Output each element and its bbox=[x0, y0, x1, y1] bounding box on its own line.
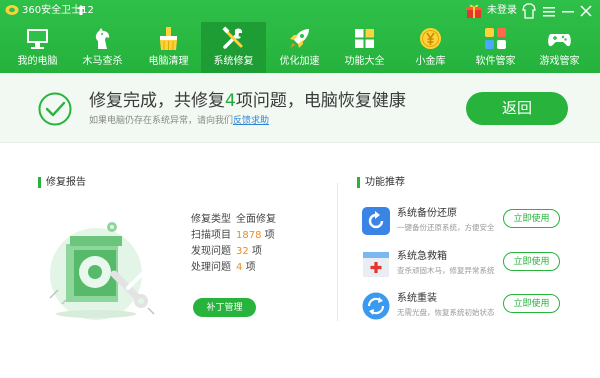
trojan-horse-icon bbox=[95, 28, 110, 49]
nav-item-software[interactable]: 软件管家 bbox=[463, 22, 528, 73]
patch-management-button[interactable]: 补丁管理 bbox=[193, 298, 256, 317]
first-aid-kit-icon bbox=[363, 252, 389, 277]
stat-value: 4 项 bbox=[236, 261, 256, 275]
nav-label: 系统修复 bbox=[213, 56, 254, 67]
nav-label: 电脑清理 bbox=[148, 56, 189, 67]
stat-unit: 项 bbox=[251, 246, 262, 257]
nav-item-trojan-scan[interactable]: 木马查杀 bbox=[70, 22, 135, 73]
tools-icon bbox=[222, 26, 243, 49]
recommend-item-desc: 查杀顽固木马，修复异常系统 bbox=[397, 266, 495, 275]
app-logo-icon bbox=[5, 5, 19, 15]
recommend-item-desc: 无需光盘，恢复系统初始状态 bbox=[397, 308, 495, 317]
nav-item-system-repair[interactable]: 系统修复 bbox=[201, 22, 266, 73]
stat-label: 修复类型 bbox=[191, 214, 231, 225]
success-check-icon bbox=[38, 92, 72, 126]
recommend-item-name: 系统备份还原 bbox=[397, 208, 457, 219]
upgrade-arrow-icon[interactable] bbox=[77, 5, 85, 15]
repair-illustration bbox=[49, 222, 155, 320]
gamepad-icon bbox=[548, 34, 571, 47]
recommend-item-name: 系统重装 bbox=[397, 293, 437, 304]
handled-count: 4 bbox=[236, 262, 243, 273]
nav-label: 游戏管家 bbox=[539, 56, 580, 67]
nav-item-cleanup[interactable]: 电脑清理 bbox=[136, 22, 201, 73]
recommend-section-title: 功能推荐 bbox=[357, 176, 405, 189]
close-icon[interactable] bbox=[580, 3, 592, 19]
recommend-item: 系统重装 无需光盘，恢复系统初始状态 立即使用 bbox=[362, 290, 572, 326]
stat-label: 扫描项目 bbox=[191, 230, 231, 241]
stat-unit: 项 bbox=[245, 262, 256, 273]
use-now-button[interactable]: 立即使用 bbox=[503, 294, 560, 313]
report-section-title: 修复报告 bbox=[38, 176, 86, 189]
stat-unit: 项 bbox=[264, 230, 275, 241]
menu-icon[interactable] bbox=[543, 3, 555, 19]
use-now-button[interactable]: 立即使用 bbox=[503, 209, 560, 228]
stat-label: 发现问题 bbox=[191, 246, 231, 257]
gift-icon[interactable] bbox=[466, 3, 482, 19]
nav-item-games[interactable]: 游戏管家 bbox=[527, 22, 592, 73]
software-icon bbox=[485, 28, 506, 49]
use-now-button[interactable]: 立即使用 bbox=[503, 252, 560, 271]
found-count: 32 bbox=[236, 246, 249, 257]
nav-label: 优化加速 bbox=[279, 56, 320, 67]
repair-status-text: 修复完成，共修复4项问题，电脑恢复健康 bbox=[89, 90, 406, 112]
feedback-hint-text: 如果电脑仍存在系统异常，请向我们 bbox=[89, 116, 234, 126]
apps-grid-icon bbox=[355, 29, 374, 48]
section-divider bbox=[337, 183, 338, 321]
repair-result-banner: 修复完成，共修复4项问题，电脑恢复健康 如果电脑仍存在系统异常，请向我们反馈求助… bbox=[0, 73, 600, 143]
main-nav: 我的电脑 木马查杀 电脑清理 系统修复 优化加速 功能大全 小金库 软件管家 游… bbox=[0, 22, 600, 73]
recommend-item: 系统备份还原 一键备份还原系统，方便安全 立即使用 bbox=[362, 205, 572, 241]
recommend-item: 系统急救箱 查杀顽固木马，修复异常系统 立即使用 bbox=[362, 248, 572, 284]
reinstall-icon bbox=[362, 292, 390, 320]
status-prefix: 修复完成，共修复 bbox=[89, 91, 225, 111]
stat-value: 全面修复 bbox=[236, 213, 276, 227]
backup-restore-icon bbox=[362, 207, 390, 235]
repaired-count: 4 bbox=[225, 91, 236, 111]
back-button[interactable]: 返回 bbox=[466, 92, 568, 125]
feedback-hint: 如果电脑仍存在系统异常，请向我们反馈求助 bbox=[89, 115, 269, 127]
skin-icon[interactable] bbox=[522, 3, 536, 19]
nav-item-speedup[interactable]: 优化加速 bbox=[267, 22, 332, 73]
nav-label: 木马查杀 bbox=[82, 56, 123, 67]
nav-item-wallet[interactable]: 小金库 bbox=[398, 22, 463, 73]
coin-icon bbox=[420, 28, 441, 49]
login-status[interactable]: 未登录 bbox=[487, 4, 517, 18]
stat-label: 处理问题 bbox=[191, 262, 231, 273]
app-header: 360安全卫士12 未登录 我的电脑 木马查杀 电脑清理 系统修复 优化加速 功… bbox=[0, 0, 600, 73]
recommend-item-desc: 一键备份还原系统，方便安全 bbox=[397, 223, 495, 232]
minimize-icon[interactable] bbox=[562, 3, 574, 19]
stat-value: 32 项 bbox=[236, 245, 262, 259]
status-suffix: 项问题，电脑恢复健康 bbox=[235, 91, 406, 111]
feedback-link[interactable]: 反馈求助 bbox=[233, 116, 269, 126]
cleanup-icon bbox=[160, 27, 177, 50]
nav-item-all-features[interactable]: 功能大全 bbox=[332, 22, 397, 73]
nav-item-my-computer[interactable]: 我的电脑 bbox=[5, 22, 70, 73]
nav-label: 我的电脑 bbox=[17, 56, 58, 67]
title-bar: 360安全卫士12 未登录 bbox=[0, 0, 600, 22]
nav-label: 小金库 bbox=[415, 56, 446, 67]
scanned-count: 1878 bbox=[236, 230, 262, 241]
recommend-item-name: 系统急救箱 bbox=[397, 251, 447, 262]
nav-label: 功能大全 bbox=[344, 56, 385, 67]
rocket-icon bbox=[290, 29, 309, 48]
monitor-icon bbox=[27, 29, 48, 49]
repair-type-value: 全面修复 bbox=[236, 214, 276, 225]
stat-value: 1878 项 bbox=[236, 229, 275, 243]
nav-label: 软件管家 bbox=[475, 56, 516, 67]
